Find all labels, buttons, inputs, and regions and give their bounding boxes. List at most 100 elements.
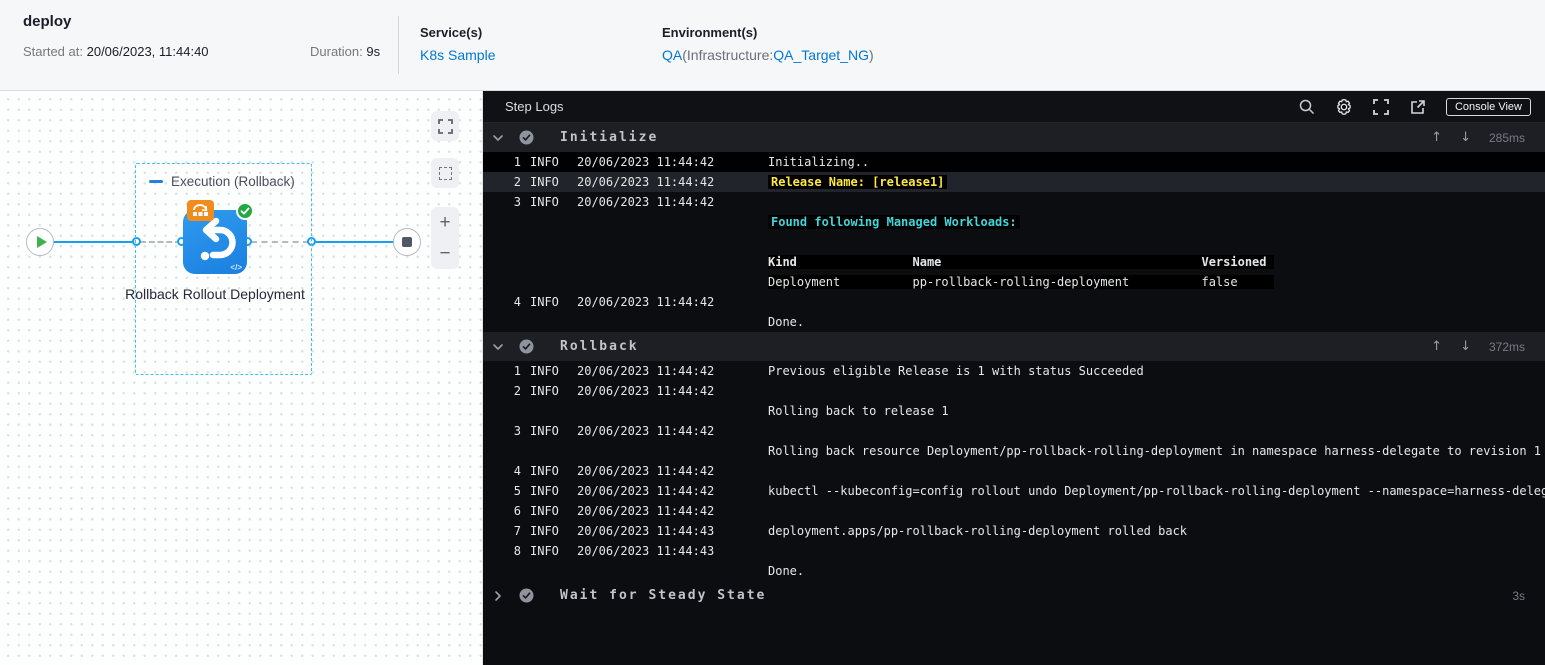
log-level: INFO	[530, 364, 559, 378]
log-line: Found following Managed Workloads:	[483, 212, 1545, 232]
gear-icon[interactable]	[1335, 98, 1353, 116]
log-timestamp: 20/06/2023 11:44:42	[577, 175, 715, 189]
section-success-icon	[519, 130, 534, 145]
log-level: INFO	[530, 504, 559, 518]
log-section-header-rollback[interactable]: Rollback ↑ ↓ 372ms	[483, 332, 1545, 361]
scroll-bottom-icon[interactable]: ↓	[1460, 130, 1471, 145]
log-timestamp: 20/06/2023 11:44:42	[577, 464, 715, 478]
log-line: 4 INFO 20/06/2023 11:44:42	[483, 461, 1545, 481]
line-number: 7	[513, 524, 521, 538]
log-line: 1 INFO 20/06/2023 11:44:42 Initializing..	[483, 152, 1545, 172]
chevron-down-icon[interactable]	[492, 341, 506, 353]
scroll-bottom-icon[interactable]: ↓	[1460, 339, 1471, 354]
step-node-rollback[interactable]: </>	[183, 200, 254, 274]
fullscreen-icon[interactable]	[1372, 98, 1390, 116]
stage-label: Execution (Rollback)	[171, 174, 295, 189]
log-line: 1 INFO 20/06/2023 11:44:42 Previous eligibl…	[483, 361, 1545, 381]
log-message: Rolling back resource Deployment/pp-roll…	[768, 444, 1542, 458]
section-title: Rollback	[560, 339, 639, 354]
log-level: INFO	[530, 544, 559, 558]
log-line: 5 INFO 20/06/2023 11:44:42 kubectl --kubeco…	[483, 481, 1545, 501]
environments-block: Environment(s) QA(Infrastructure:QA_Targ…	[662, 25, 874, 63]
log-timestamp: 20/06/2023 11:44:42	[577, 424, 715, 438]
line-number: 4	[513, 295, 521, 309]
log-line: 3 INFO 20/06/2023 11:44:42	[483, 192, 1545, 212]
log-message: Release Name: [release1]	[768, 175, 948, 189]
infrastructure-link[interactable]: QA_Target_NG	[773, 47, 869, 63]
step-logs-panel: Step Logs Console View Initialize ↑ ↓ 285ms…	[483, 91, 1545, 665]
log-line: Done.	[483, 312, 1545, 332]
log-message: Done.	[768, 564, 805, 578]
line-number: 2	[513, 175, 521, 189]
fullscreen-icon	[437, 118, 453, 134]
started-at: Started at: 20/06/2023, 11:44:40	[23, 44, 209, 59]
duration: Duration: 9s	[310, 44, 381, 59]
scroll-top-icon[interactable]: ↑	[1431, 339, 1442, 354]
zoom-in-button[interactable]: +	[431, 207, 459, 238]
line-number: 4	[513, 464, 521, 478]
service-link[interactable]: K8s Sample	[420, 47, 495, 63]
log-message: Kind Name Versioned	[768, 255, 1274, 269]
log-timestamp: 20/06/2023 11:44:43	[577, 524, 715, 538]
log-level: INFO	[530, 175, 559, 189]
zoom-out-button[interactable]: −	[431, 238, 459, 269]
line-number: 3	[513, 424, 521, 438]
log-level: INFO	[530, 464, 559, 478]
log-timestamp: 20/06/2023 11:44:42	[577, 364, 715, 378]
collapse-stage-icon[interactable]	[149, 180, 163, 183]
services-label: Service(s)	[420, 25, 483, 40]
log-level: INFO	[530, 424, 559, 438]
log-line: 6 INFO 20/06/2023 11:44:42	[483, 501, 1545, 521]
start-node[interactable]	[26, 228, 54, 256]
pipeline-graph-canvas[interactable]: Execution (Rollback) </> Rollback Rollou…	[0, 91, 483, 665]
section-success-icon	[519, 588, 534, 603]
log-section-header-wait-for-steady-state[interactable]: Wait for Steady State 3s	[483, 581, 1545, 610]
search-icon[interactable]	[1298, 98, 1316, 116]
log-line: 2 INFO 20/06/2023 11:44:42	[483, 381, 1545, 401]
line-number: 1	[513, 364, 521, 378]
log-message: Previous eligible Release is 1 with stat…	[768, 364, 1144, 378]
console-view-button[interactable]: Console View	[1445, 97, 1531, 116]
rolling-deployment-badge-icon	[187, 200, 214, 221]
log-timestamp: 20/06/2023 11:44:43	[577, 544, 715, 558]
log-line: Done.	[483, 561, 1545, 581]
section-duration: 372ms	[1488, 339, 1525, 354]
log-message: Initializing..	[768, 155, 870, 169]
log-message: Deployment pp-rollback-rolling-deploymen…	[768, 275, 1274, 289]
log-panel-title: Step Logs	[505, 99, 564, 114]
log-timestamp: 20/06/2023 11:44:42	[577, 504, 715, 518]
environments-label: Environment(s)	[662, 25, 758, 40]
log-line: Rolling back to release 1	[483, 401, 1545, 421]
scroll-top-icon[interactable]: ↑	[1431, 130, 1442, 145]
environment-link[interactable]: QA	[662, 47, 682, 63]
canvas-select-button[interactable]	[431, 158, 459, 188]
line-number: 6	[513, 504, 521, 518]
execution-header: deploy Started at: 20/06/2023, 11:44:40 …	[0, 0, 1545, 91]
end-node[interactable]	[393, 228, 421, 256]
chevron-right-icon[interactable]	[492, 590, 506, 602]
stage-header[interactable]: Execution (Rollback)	[149, 174, 295, 189]
log-line: 7 INFO 20/06/2023 11:44:43 deployment.apps/…	[483, 521, 1545, 541]
canvas-fullscreen-button[interactable]	[431, 111, 459, 141]
section-title: Initialize	[560, 130, 659, 145]
success-check-icon	[236, 202, 254, 220]
services-block: Service(s) K8s Sample	[420, 25, 495, 63]
log-level: INFO	[530, 155, 559, 169]
section-success-icon	[519, 339, 534, 354]
log-line: Deployment pp-rollback-rolling-deploymen…	[483, 272, 1545, 292]
section-duration: 3s	[1512, 588, 1525, 603]
log-line: 3 INFO 20/06/2023 11:44:42	[483, 421, 1545, 441]
log-line: 2 INFO 20/06/2023 11:44:42 Release Name: [r…	[483, 172, 1545, 192]
line-number: 2	[513, 384, 521, 398]
line-number: 8	[513, 544, 521, 558]
external-link-icon[interactable]	[1409, 98, 1427, 116]
log-message: Found following Managed Workloads:	[768, 215, 1020, 229]
log-section-header-initialize[interactable]: Initialize ↑ ↓ 285ms	[483, 123, 1545, 152]
log-line: 4 INFO 20/06/2023 11:44:42	[483, 292, 1545, 312]
step-node-label[interactable]: Rollback Rollout Deployment	[115, 284, 315, 305]
chevron-down-icon[interactable]	[492, 132, 506, 144]
line-number: 1	[513, 155, 521, 169]
section-duration: 285ms	[1488, 130, 1525, 145]
log-timestamp: 20/06/2023 11:44:42	[577, 195, 715, 209]
